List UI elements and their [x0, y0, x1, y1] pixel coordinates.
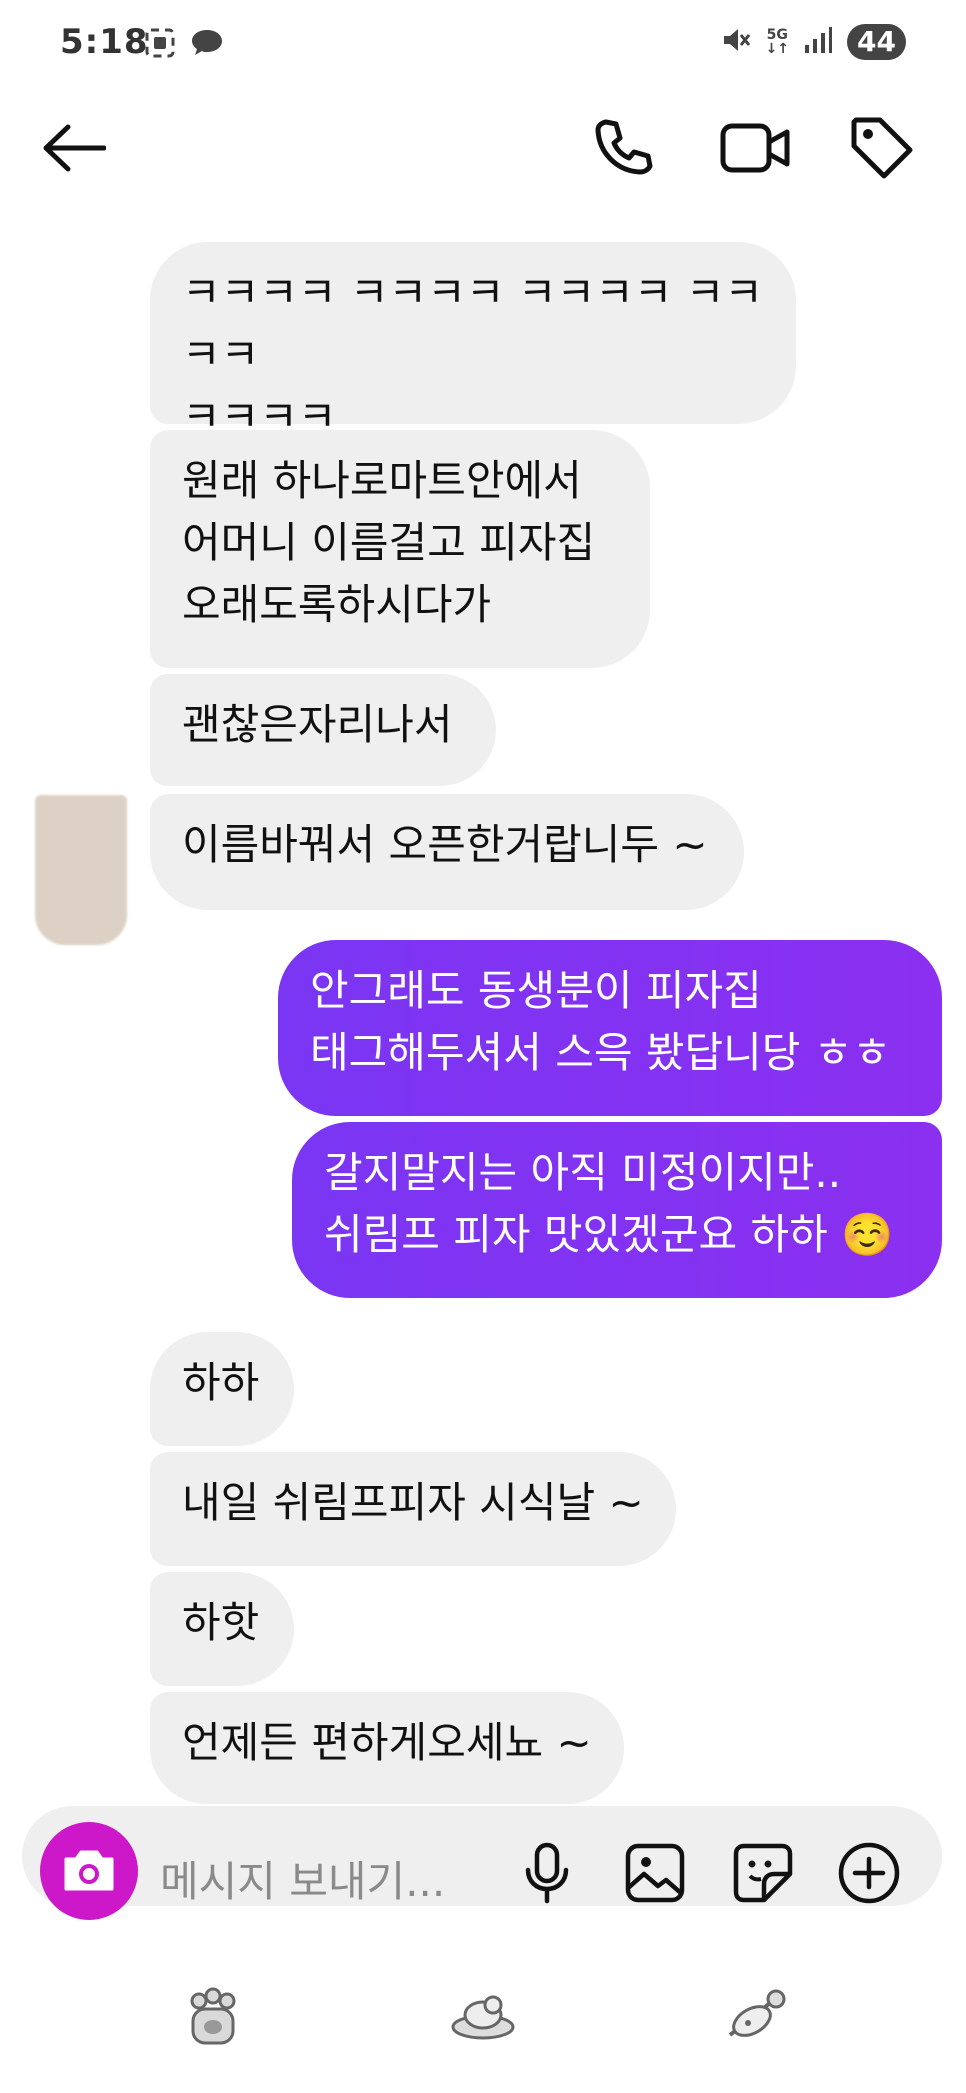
network-type: 5G ↓↑ — [765, 27, 790, 57]
paw-icon[interactable] — [180, 1984, 246, 2050]
message-bubble-incoming[interactable]: 하핫 — [150, 1572, 294, 1686]
video-icon[interactable] — [710, 108, 800, 188]
signal-icon — [803, 25, 833, 59]
message-bubble-outgoing[interactable]: 갈지말지는 아직 미정이지만.. 쉬림프 피자 맛있겠군요 하하 ☺️ — [292, 1122, 942, 1298]
message-bubble-incoming[interactable]: 하하 — [150, 1332, 294, 1446]
message-input[interactable]: 메시지 보내기... — [160, 1848, 445, 1909]
message-bubble-incoming[interactable]: ㅋㅋㅋㅋ ㅋㅋㅋㅋ ㅋㅋㅋㅋ ㅋㅋㅋㅋ ㅋㅋㅋㅋ — [150, 242, 796, 441]
message-bubble-incoming[interactable]: 괜찮은자리나서 — [150, 674, 496, 786]
back-arrow-icon[interactable] — [34, 108, 114, 188]
battery-icon: 44 — [847, 24, 906, 60]
dog-toy-icon[interactable] — [720, 1980, 796, 2050]
microphone-icon[interactable] — [512, 1838, 582, 1908]
message-bubble-incoming[interactable]: 언제든 편하게오세뇨 ~ — [150, 1692, 624, 1804]
avatar[interactable] — [35, 795, 127, 945]
status-right: 5G ↓↑ 44 — [720, 24, 906, 60]
message-bubble-outgoing[interactable]: 안그래도 동생분이 피자집 태그해두셔서 스윽 봤답니당 ㅎㅎ — [278, 940, 942, 1116]
status-time: 5:18 — [60, 22, 149, 62]
status-left-icons — [143, 26, 225, 64]
tag-icon[interactable] — [840, 108, 924, 188]
gallery-icon[interactable] — [620, 1838, 690, 1908]
sleeping-dog-icon[interactable] — [448, 1986, 518, 2046]
plus-icon[interactable] — [834, 1838, 904, 1908]
network-label: 5G — [766, 27, 788, 43]
phone-icon[interactable] — [582, 108, 662, 188]
camera-icon[interactable] — [40, 1822, 138, 1920]
screenshot-icon — [143, 26, 177, 64]
message-bubble-incoming[interactable]: 이름바꿔서 오픈한거랍니두 ~ — [150, 794, 744, 910]
message-bubble-incoming[interactable]: 원래 하나로마트안에서 어머니 이름걸고 피자집 오래도록하시다가 — [150, 430, 650, 668]
mute-icon — [720, 24, 752, 60]
chat-icon — [189, 26, 225, 64]
sticker-icon[interactable] — [728, 1838, 798, 1908]
message-bubble-incoming[interactable]: 내일 쉬림프피자 시식날 ~ — [150, 1452, 676, 1566]
